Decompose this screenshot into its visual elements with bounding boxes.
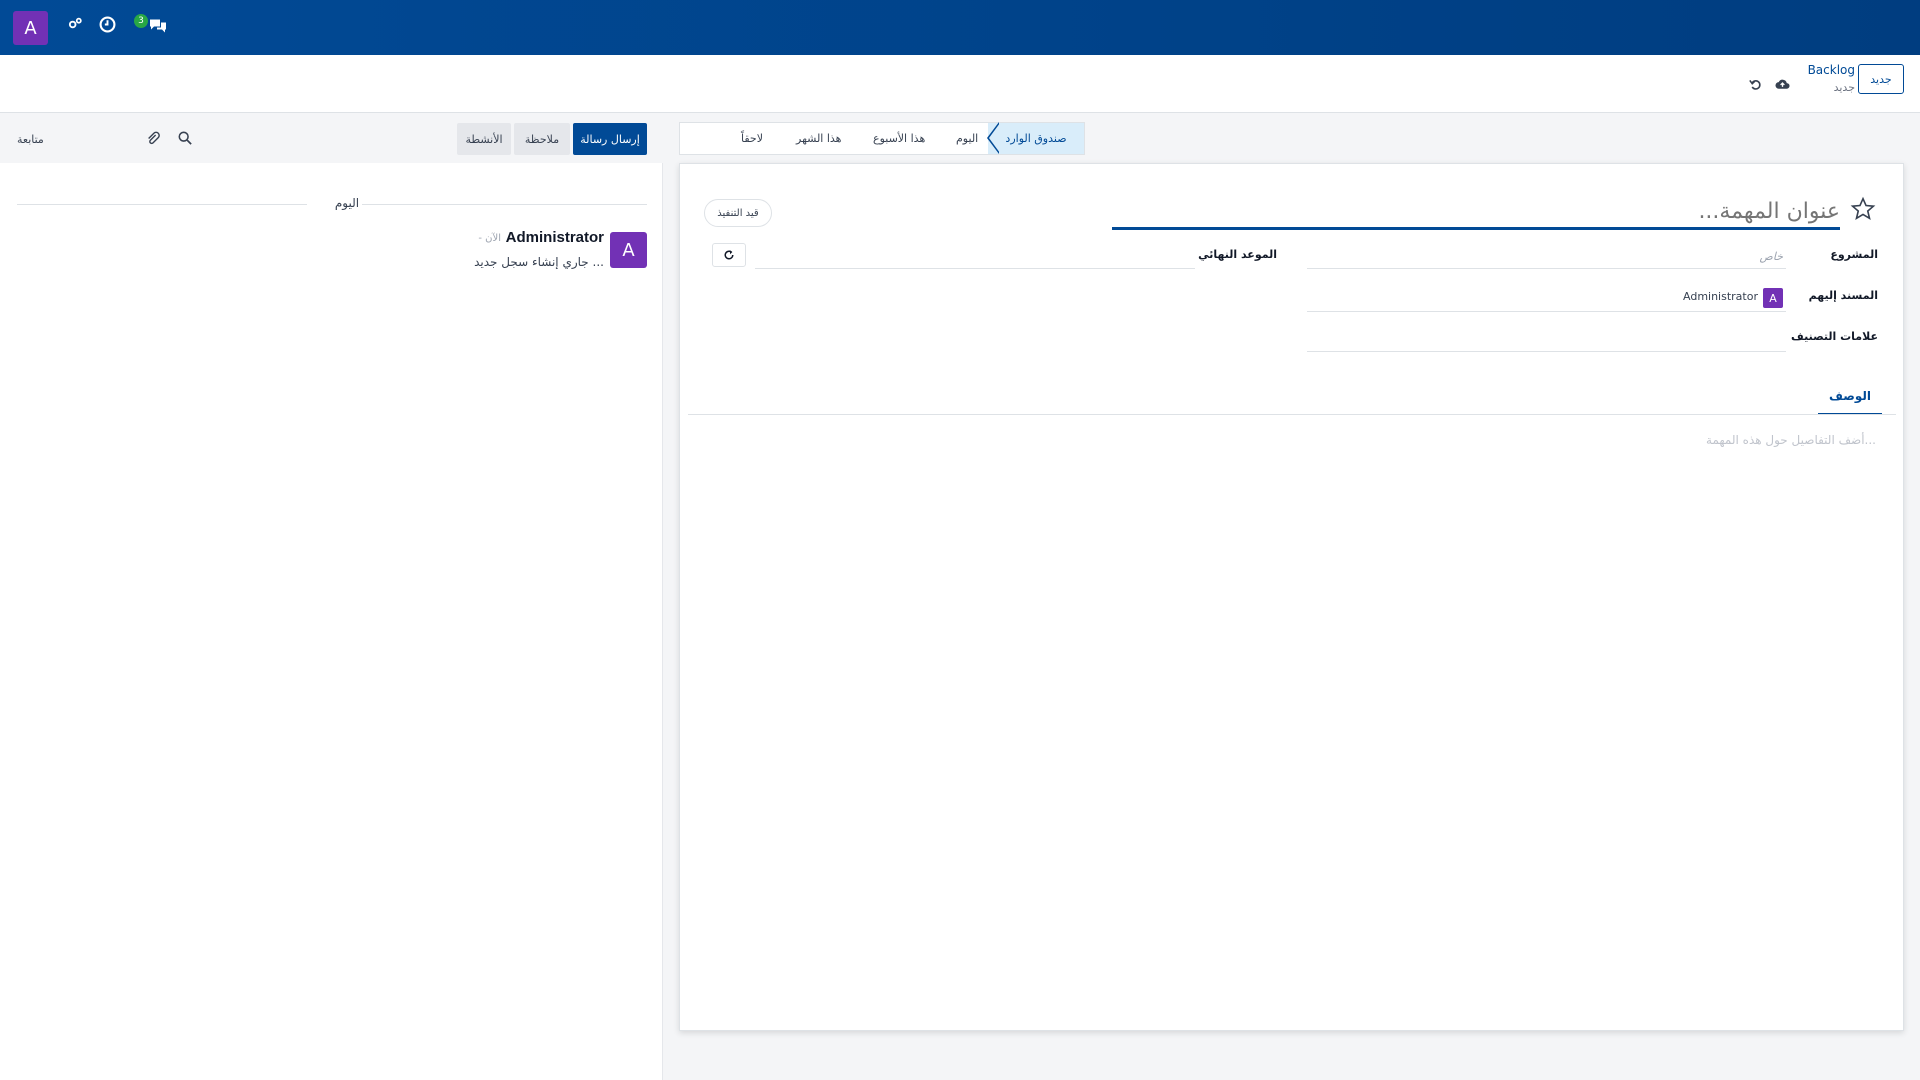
day-separator: اليوم [17,196,647,212]
settings-gears-icon[interactable] [68,16,83,31]
user-avatar[interactable]: A [13,11,48,45]
stage-inbox[interactable]: صندوق الوارد [988,123,1084,154]
stage-arrow-fill [989,123,1000,153]
project-field-line [1307,268,1786,269]
tabs-divider [688,414,1896,415]
refresh-icon [724,250,734,260]
breadcrumb-backlog[interactable]: Backlog [1808,63,1855,77]
message-body: جاري إنشاء سجل جديد ... [474,255,604,269]
recurrence-refresh-button[interactable] [712,243,746,267]
new-record-button[interactable]: جديد [1858,64,1904,94]
project-label: المشروع [1830,248,1878,261]
follow-button[interactable]: متابعة [17,133,44,146]
attachment-paperclip-icon[interactable] [146,131,160,149]
message-time: - الآن [478,233,501,244]
assignee-avatar[interactable]: A [1763,288,1783,308]
send-message-button[interactable]: إرسال رسالة [573,123,647,155]
record-status: جديد [1833,81,1855,94]
deadline-label: الموعد النهائي [1198,248,1277,261]
project-field[interactable]: خاص [1760,250,1783,263]
description-editor[interactable]: أضف التفاصيل حول هذه المهمة... [1706,433,1876,447]
chatter-panel: إرسال رسالة ملاحظة الأنشطة متابعة اليوم … [0,113,663,1080]
chatter-toolbar: إرسال رسالة ملاحظة الأنشطة متابعة [0,113,663,163]
assignees-field-line [1307,311,1786,312]
message-count-badge: 3 [134,14,148,28]
task-title-input[interactable] [1112,196,1840,230]
top-navbar: A 3 [0,0,1920,55]
day-label: اليوم [334,196,360,210]
tags-field[interactable] [1307,351,1786,352]
discard-undo-icon[interactable] [1749,78,1762,94]
assignee-name[interactable]: Administrator [1683,290,1758,303]
activities-button[interactable]: الأنشطة [457,123,511,155]
chat-bubbles-icon[interactable] [148,16,168,33]
stage-later[interactable]: لاحقاً [741,123,763,154]
stage-today[interactable]: اليوم [956,123,978,154]
kanban-state-button[interactable]: قيد التنفيذ [704,199,772,227]
search-icon[interactable] [178,131,192,148]
message-author[interactable]: Administrator [506,229,604,246]
message-author-avatar[interactable]: A [610,232,647,268]
tags-label: علامات التصنيف [1790,330,1878,343]
deadline-field[interactable] [755,268,1195,269]
log-note-button[interactable]: ملاحظة [514,123,570,155]
stage-statusbar: صندوق الوارد اليوم هذا الأسبوع هذا الشهر… [679,122,1085,155]
assignees-label: المسند إليهم [1808,289,1878,302]
stage-this-month[interactable]: هذا الشهر [796,123,842,154]
control-panel: جديد Backlog جديد [0,55,1920,113]
tab-description[interactable]: الوصف [1818,383,1882,415]
star-priority-icon[interactable] [1850,196,1876,225]
save-cloud-icon[interactable] [1775,78,1790,93]
stage-this-week[interactable]: هذا الأسبوع [873,123,925,154]
clock-icon[interactable] [99,16,116,33]
